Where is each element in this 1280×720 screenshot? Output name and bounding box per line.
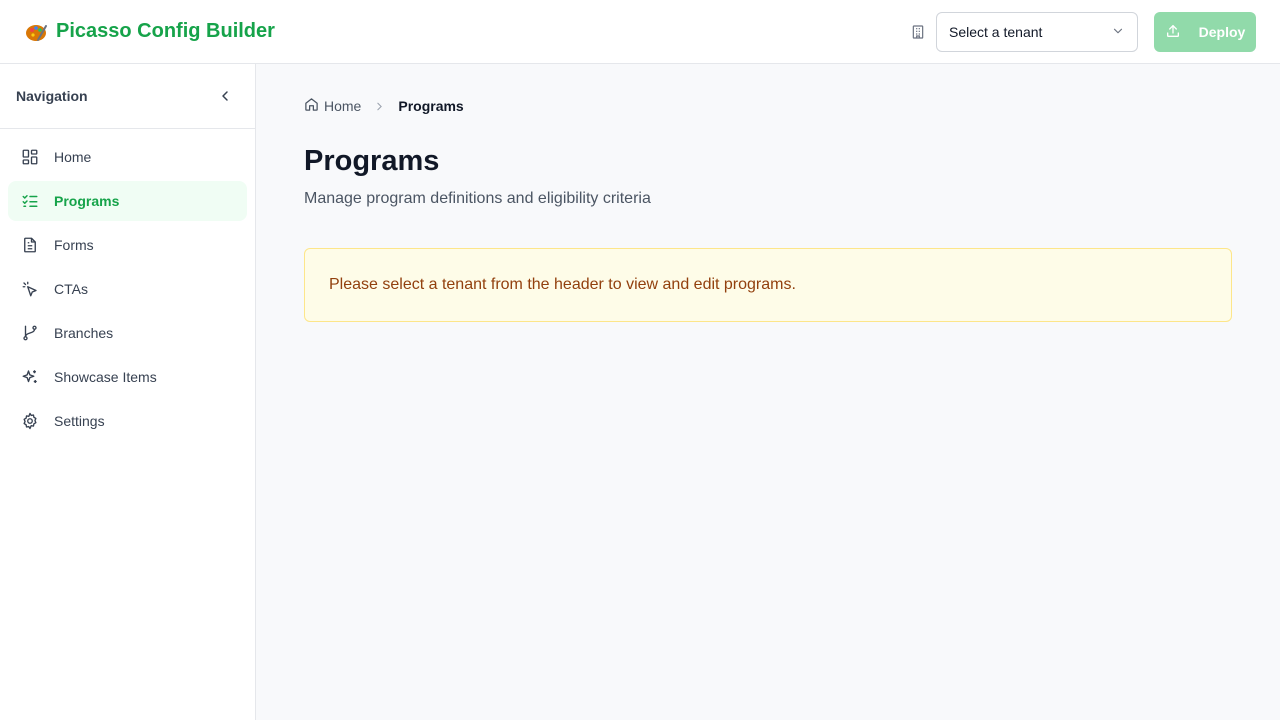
notice-text: Please select a tenant from the header t… (329, 276, 796, 293)
sidebar-item-ctas[interactable]: CTAs (8, 269, 247, 309)
sidebar-item-label: Showcase Items (54, 369, 157, 385)
select-tenant-notice: Please select a tenant from the header t… (304, 248, 1232, 322)
list-check-icon (20, 191, 40, 211)
home-icon (304, 97, 319, 115)
sidebar-header: Navigation (0, 64, 255, 129)
sparkles-icon (20, 367, 40, 387)
chevron-left-icon (222, 91, 228, 101)
breadcrumb-home-link[interactable]: Home (304, 97, 361, 115)
sidebar-item-label: Programs (54, 193, 120, 209)
sidebar-item-label: CTAs (54, 281, 88, 297)
pointer-click-icon (20, 279, 40, 299)
sidebar-item-showcase-items[interactable]: Showcase Items (8, 357, 247, 397)
git-branch-icon (20, 323, 40, 343)
sidebar-item-settings[interactable]: Settings (8, 401, 247, 441)
sidebar-title: Navigation (16, 88, 88, 104)
chevron-right-icon (373, 100, 386, 113)
chevron-down-icon (1111, 24, 1125, 41)
sidebar-item-label: Settings (54, 413, 105, 429)
breadcrumb: Home Programs (304, 96, 1232, 116)
gear-icon (20, 411, 40, 431)
brand[interactable]: Picasso Config Builder (24, 20, 275, 44)
sidebar-item-label: Forms (54, 237, 94, 253)
deploy-label: Deploy (1198, 24, 1246, 40)
app-title: Picasso Config Builder (56, 20, 275, 42)
building-icon (908, 22, 928, 42)
sidebar-item-label: Home (54, 149, 92, 165)
sidebar-nav: Home Programs Forms CTAs Branches Showca… (0, 129, 255, 453)
sidebar-item-forms[interactable]: Forms (8, 225, 247, 265)
page-subtitle: Manage program definitions and eligibili… (304, 190, 651, 207)
page-title: Programs (304, 145, 440, 177)
dashboard-icon (20, 147, 40, 167)
tenant-select[interactable]: Select a tenant (936, 12, 1138, 52)
deploy-button[interactable]: Deploy (1154, 12, 1256, 52)
upload-icon (1165, 23, 1181, 42)
palette-icon (24, 20, 48, 44)
breadcrumb-home-label: Home (324, 98, 362, 114)
sidebar-item-branches[interactable]: Branches (8, 313, 247, 353)
sidebar-item-programs[interactable]: Programs (8, 181, 247, 221)
sidebar-item-label: Branches (54, 325, 114, 341)
sidebar: Navigation Home Programs Forms CTAs Bran… (0, 64, 256, 720)
main-content: Home Programs Programs Manage program de… (256, 64, 1280, 720)
tenant-select-value: Select a tenant (949, 24, 1043, 40)
breadcrumb-current: Programs (398, 98, 464, 114)
sidebar-item-home[interactable]: Home (8, 137, 247, 177)
collapse-sidebar-button[interactable] (211, 82, 239, 110)
file-text-icon (20, 235, 40, 255)
top-header: Picasso Config Builder Select a tenant D… (0, 0, 1280, 64)
